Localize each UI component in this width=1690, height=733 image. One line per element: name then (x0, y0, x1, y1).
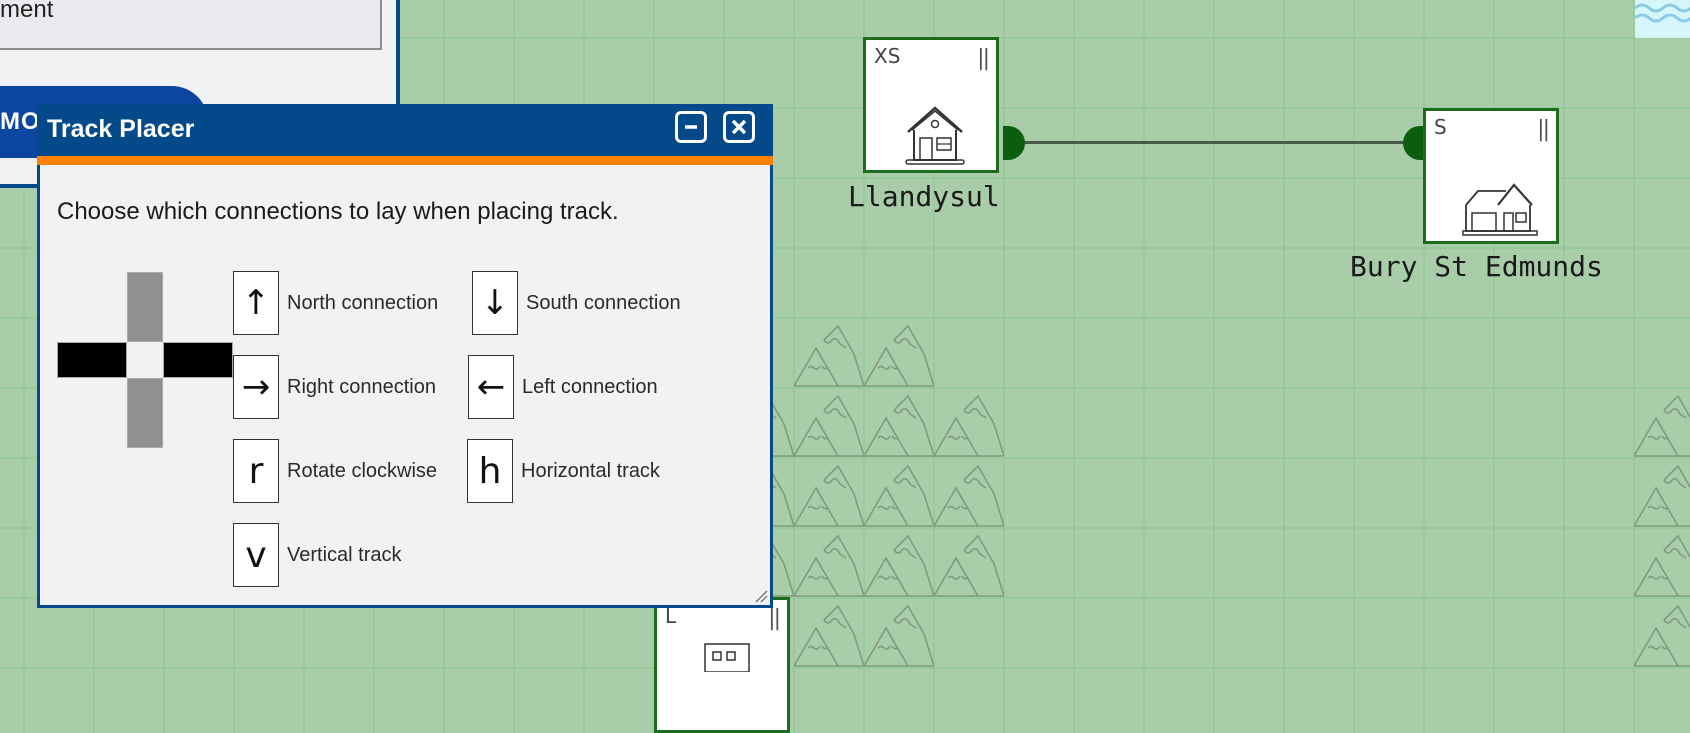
mountain-icon (864, 598, 934, 668)
key-label: South connection (526, 291, 681, 314)
key-r-icon[interactable]: r (233, 439, 279, 503)
dialog-titlebar[interactable]: Track Placer (37, 104, 773, 156)
mountain-icon (794, 318, 864, 388)
preview-west-segment (57, 342, 127, 378)
mountain-icon (864, 528, 934, 598)
key-north-connection[interactable]: ↑ North connection (233, 271, 438, 335)
house-icon (905, 106, 965, 165)
station-size: S (1434, 115, 1447, 139)
track-placer-dialog: Track Placer Choose which connections to… (37, 104, 773, 608)
mountain-icon (1634, 388, 1690, 458)
mountain-icon (934, 528, 1004, 598)
station-llandysul[interactable]: XS || (863, 37, 999, 173)
dialog-title: Track Placer (47, 115, 195, 143)
key-v-icon[interactable]: v (233, 523, 279, 587)
building-icon (704, 643, 750, 672)
mountain-icon (794, 528, 864, 598)
accent-stripe (37, 156, 773, 165)
preview-south-segment (127, 378, 163, 448)
arrow-right-icon[interactable]: → (233, 355, 279, 419)
mountain-icon (864, 388, 934, 458)
resize-grip-icon[interactable] (754, 589, 768, 603)
key-left-connection[interactable]: ← Left connection (468, 355, 658, 419)
station-name[interactable]: Llandysul (848, 180, 1000, 213)
mountain-icon (934, 458, 1004, 528)
water-tile (1635, 0, 1690, 38)
key-rotate-clockwise[interactable]: r Rotate clockwise (233, 439, 437, 503)
mountain-icon (1634, 528, 1690, 598)
close-button[interactable] (723, 111, 755, 143)
key-label: Horizontal track (521, 459, 660, 482)
station-size: XS (874, 44, 901, 68)
station-bury-st-edmunds[interactable]: S || (1423, 108, 1559, 244)
instructions-text: Choose which connections to lay when pla… (57, 198, 619, 225)
key-right-connection[interactable]: → Right connection (233, 355, 436, 419)
arrow-up-icon[interactable]: ↑ (233, 271, 279, 335)
key-label: Left connection (522, 375, 658, 398)
mountain-icon (934, 388, 1004, 458)
background-text-value: ment (0, 0, 54, 23)
minimize-button[interactable] (675, 111, 707, 143)
pause-icon[interactable]: || (977, 46, 990, 71)
pause-icon[interactable]: || (768, 606, 781, 631)
station-large[interactable]: L || (654, 597, 790, 733)
close-icon (731, 119, 747, 135)
arrow-left-icon[interactable]: ← (468, 355, 514, 419)
mountain-icon (794, 388, 864, 458)
mountain-icon (864, 458, 934, 528)
arrow-down-icon[interactable]: ↓ (472, 271, 518, 335)
waves-icon (1635, 3, 1690, 23)
mountain-icon (1634, 598, 1690, 668)
mountain-icon (794, 598, 864, 668)
mountain-icon (1634, 458, 1690, 528)
station-connector[interactable] (1003, 126, 1025, 160)
pause-icon[interactable]: || (1537, 117, 1550, 142)
key-vertical-track[interactable]: v Vertical track (233, 523, 401, 587)
station-connector[interactable] (1403, 126, 1425, 160)
house-garage-icon (1462, 183, 1538, 236)
key-label: Right connection (287, 375, 436, 398)
mountain-icon (864, 318, 934, 388)
background-text-field[interactable]: ment (0, 0, 382, 50)
key-south-connection[interactable]: ↓ South connection (472, 271, 681, 335)
station-name[interactable]: Bury St Edmunds (1350, 250, 1603, 283)
preview-east-segment (163, 342, 233, 378)
key-horizontal-track[interactable]: h Horizontal track (467, 439, 660, 503)
key-label: Rotate clockwise (287, 459, 438, 482)
track-connection[interactable] (1005, 141, 1425, 144)
minimize-icon (685, 125, 697, 129)
key-label: North connection (287, 291, 439, 314)
connection-preview (57, 272, 233, 448)
preview-north-segment (127, 272, 163, 342)
mountain-icon (794, 458, 864, 528)
key-label: Vertical track (287, 543, 402, 566)
key-h-icon[interactable]: h (467, 439, 513, 503)
